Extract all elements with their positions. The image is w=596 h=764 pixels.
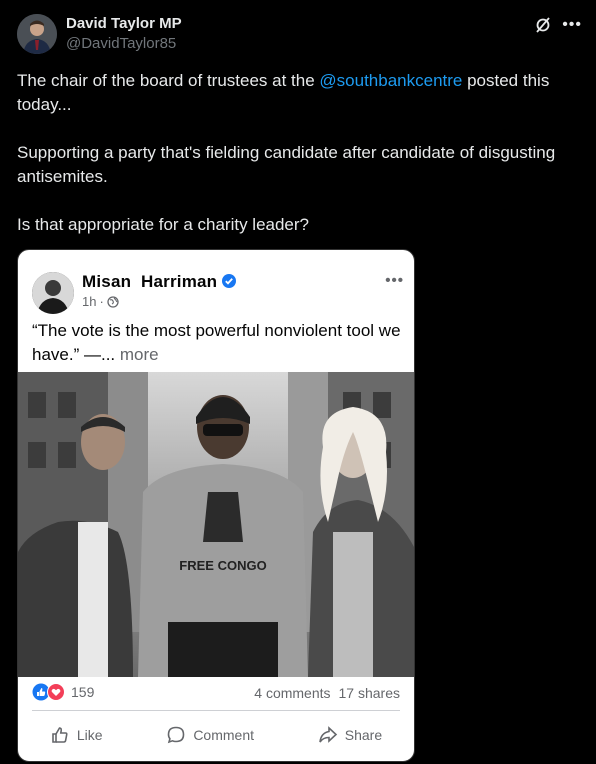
fb-author-avatar [32, 272, 74, 314]
tweet-paragraph-2: Supporting a party that's fielding candi… [17, 143, 556, 186]
reaction-icons [32, 683, 65, 701]
fb-see-more: more [119, 345, 159, 364]
embedded-screenshot[interactable]: Misan Harriman 1h · ••• “The vote is the… [17, 249, 415, 762]
comment-bubble-icon [168, 726, 185, 744]
fb-divider [32, 710, 400, 711]
like-label: Like [76, 727, 103, 743]
fb-meta-separator: · [99, 294, 104, 309]
fb-more-dots-icon: ••• [385, 272, 404, 289]
fb-post-stats: 4 comments 17 shares [254, 685, 400, 701]
fb-author-name: Misan Harriman [82, 272, 237, 292]
mention-link[interactable]: @southbankcentre [319, 71, 462, 90]
love-reaction-icon [47, 683, 65, 701]
shares-count: 17 shares [338, 685, 400, 701]
fb-post-text: “The vote is the most powerful nonviolen… [32, 319, 404, 367]
fb-author-name-text: Misan Harriman [82, 272, 218, 291]
thumbs-up-icon [52, 727, 68, 743]
author-avatar[interactable] [17, 14, 57, 54]
fb-post-time: 1h [82, 294, 97, 309]
fb-post-photo: FREE CONGO [18, 372, 414, 677]
verified-badge-icon [222, 274, 237, 288]
fb-post-text-body: “The vote is the most powerful nonviolen… [32, 321, 401, 364]
fb-post-meta: 1h · [82, 294, 119, 309]
more-dots-icon[interactable]: ••• [562, 17, 582, 33]
tweet-text-pre-mention: The chair of the board of trustees at th… [17, 71, 320, 90]
fb-post-actions: Like Comment Share [18, 716, 414, 754]
share-label: Share [344, 727, 383, 743]
tweet-top-actions: ••• [534, 16, 582, 34]
author-handle[interactable]: @DavidTaylor85 [66, 35, 176, 52]
fb-reactions: 159 [32, 683, 94, 701]
comment-label: Comment [193, 727, 254, 743]
reaction-count: 159 [71, 684, 95, 700]
tweet-text: The chair of the board of trustees at th… [17, 69, 582, 261]
grok-icon[interactable] [534, 16, 552, 34]
share-arrow-icon [318, 726, 337, 743]
sweatshirt-text: FREE CONGO [179, 558, 266, 573]
fb-comment-action: Comment [166, 725, 254, 745]
tweet[interactable]: David Taylor MP @DavidTaylor85 ••• The c… [0, 0, 596, 764]
comments-count: 4 comments [254, 685, 331, 701]
tweet-paragraph-3: Is that appropriate for a charity leader… [17, 215, 309, 234]
fb-like-action: Like [50, 725, 103, 745]
tweet-paragraph-1: The chair of the board of trustees at th… [17, 69, 582, 117]
author-name[interactable]: David Taylor MP [66, 15, 182, 32]
globe-icon [107, 295, 119, 308]
fb-share-action: Share [318, 725, 382, 745]
